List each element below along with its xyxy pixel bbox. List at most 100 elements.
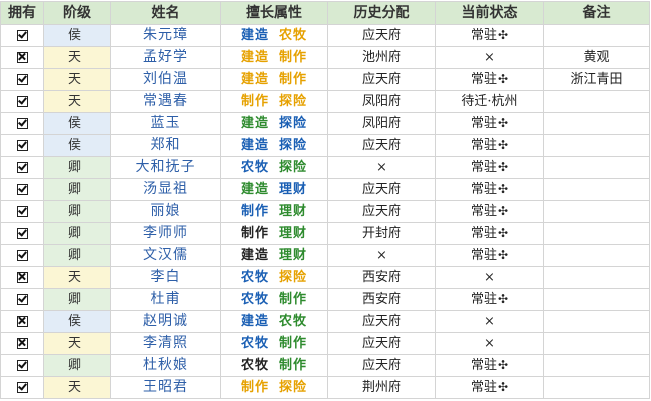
name-cell[interactable]: 汤显祖 <box>110 178 221 201</box>
owned-cell[interactable] <box>0 156 44 179</box>
name-cell[interactable]: 常遇春 <box>110 90 221 113</box>
history-cell[interactable]: 西安府 <box>327 266 436 289</box>
checkbox-x-icon[interactable] <box>16 52 28 63</box>
history-cell[interactable]: 应天府 <box>327 134 436 157</box>
note-cell[interactable]: 黄观 <box>543 46 650 69</box>
owned-cell[interactable] <box>0 200 44 223</box>
state-cell[interactable]: 常驻✣ <box>435 178 544 201</box>
name-cell[interactable]: 朱元璋 <box>110 24 221 47</box>
owned-cell[interactable] <box>0 24 44 47</box>
owned-cell[interactable] <box>0 46 44 69</box>
name-cell[interactable]: 大和抚子 <box>110 156 221 179</box>
header-name[interactable]: 姓名 <box>110 1 221 25</box>
state-cell[interactable]: × <box>435 310 544 333</box>
rank-cell[interactable]: 侯 <box>43 134 111 157</box>
history-cell[interactable]: 应天府 <box>327 200 436 223</box>
rank-cell[interactable]: 侯 <box>43 310 111 333</box>
name-cell[interactable]: 孟好学 <box>110 46 221 69</box>
header-owned[interactable]: 拥有 <box>0 1 44 25</box>
name-cell[interactable]: 王昭君 <box>110 376 221 399</box>
owned-cell[interactable] <box>0 90 44 113</box>
owned-cell[interactable] <box>0 68 44 91</box>
name-cell[interactable]: 丽娘 <box>110 200 221 223</box>
note-cell[interactable] <box>543 376 650 399</box>
state-cell[interactable]: × <box>435 266 544 289</box>
note-cell[interactable] <box>543 134 650 157</box>
skills-cell[interactable]: 建造 理财 <box>220 244 328 267</box>
skills-cell[interactable]: 建造 农牧 <box>220 24 328 47</box>
state-cell[interactable]: 常驻✣ <box>435 244 544 267</box>
state-cell[interactable]: × <box>435 46 544 69</box>
history-cell[interactable]: × <box>327 156 436 179</box>
history-cell[interactable]: 凤阳府 <box>327 112 436 135</box>
checkbox-checked-icon[interactable] <box>16 162 28 173</box>
name-cell[interactable]: 文汉儒 <box>110 244 221 267</box>
owned-cell[interactable] <box>0 112 44 135</box>
skills-cell[interactable]: 农牧 探险 <box>220 266 328 289</box>
note-cell[interactable] <box>543 354 650 377</box>
checkbox-checked-icon[interactable] <box>16 382 28 393</box>
rank-cell[interactable]: 天 <box>43 266 111 289</box>
state-cell[interactable]: 常驻✣ <box>435 156 544 179</box>
checkbox-checked-icon[interactable] <box>16 360 28 371</box>
owned-cell[interactable] <box>0 134 44 157</box>
skills-cell[interactable]: 制作 探险 <box>220 90 328 113</box>
history-cell[interactable]: 应天府 <box>327 24 436 47</box>
rank-cell[interactable]: 天 <box>43 332 111 355</box>
state-cell[interactable]: 常驻✣ <box>435 24 544 47</box>
note-cell[interactable] <box>543 24 650 47</box>
rank-cell[interactable]: 卿 <box>43 200 111 223</box>
owned-cell[interactable] <box>0 310 44 333</box>
rank-cell[interactable]: 侯 <box>43 24 111 47</box>
checkbox-x-icon[interactable] <box>16 316 28 327</box>
rank-cell[interactable]: 天 <box>43 68 111 91</box>
history-cell[interactable]: 凤阳府 <box>327 90 436 113</box>
note-cell[interactable] <box>543 244 650 267</box>
state-cell[interactable]: 常驻✣ <box>435 200 544 223</box>
checkbox-checked-icon[interactable] <box>16 140 28 151</box>
rank-cell[interactable]: 卿 <box>43 156 111 179</box>
owned-cell[interactable] <box>0 354 44 377</box>
note-cell[interactable] <box>543 266 650 289</box>
skills-cell[interactable]: 制作 理财 <box>220 200 328 223</box>
name-cell[interactable]: 郑和 <box>110 134 221 157</box>
rank-cell[interactable]: 卿 <box>43 244 111 267</box>
rank-cell[interactable]: 卿 <box>43 354 111 377</box>
history-cell[interactable]: 荆州府 <box>327 376 436 399</box>
state-cell[interactable]: 常驻✣ <box>435 134 544 157</box>
skills-cell[interactable]: 农牧 制作 <box>220 288 328 311</box>
skills-cell[interactable]: 制作 理财 <box>220 222 328 245</box>
header-history[interactable]: 历史分配 <box>327 1 436 25</box>
skills-cell[interactable]: 建造 农牧 <box>220 310 328 333</box>
name-cell[interactable]: 李师师 <box>110 222 221 245</box>
note-cell[interactable] <box>543 222 650 245</box>
name-cell[interactable]: 杜甫 <box>110 288 221 311</box>
checkbox-checked-icon[interactable] <box>16 184 28 195</box>
state-cell[interactable]: 常驻✣ <box>435 354 544 377</box>
skills-cell[interactable]: 建造 探险 <box>220 134 328 157</box>
history-cell[interactable]: 应天府 <box>327 310 436 333</box>
checkbox-checked-icon[interactable] <box>16 74 28 85</box>
skills-cell[interactable]: 农牧 探险 <box>220 156 328 179</box>
header-state[interactable]: 当前状态 <box>435 1 544 25</box>
checkbox-checked-icon[interactable] <box>16 294 28 305</box>
rank-cell[interactable]: 卿 <box>43 288 111 311</box>
checkbox-checked-icon[interactable] <box>16 250 28 261</box>
note-cell[interactable] <box>543 156 650 179</box>
history-cell[interactable]: 池州府 <box>327 46 436 69</box>
rank-cell[interactable]: 天 <box>43 46 111 69</box>
name-cell[interactable]: 蓝玉 <box>110 112 221 135</box>
rank-cell[interactable]: 天 <box>43 376 111 399</box>
note-cell[interactable]: 浙江青田 <box>543 68 650 91</box>
skills-cell[interactable]: 建造 制作 <box>220 46 328 69</box>
owned-cell[interactable] <box>0 222 44 245</box>
rank-cell[interactable]: 侯 <box>43 112 111 135</box>
history-cell[interactable]: 西安府 <box>327 288 436 311</box>
checkbox-checked-icon[interactable] <box>16 118 28 129</box>
owned-cell[interactable] <box>0 332 44 355</box>
checkbox-checked-icon[interactable] <box>16 30 28 41</box>
skills-cell[interactable]: 农牧 制作 <box>220 354 328 377</box>
name-cell[interactable]: 李清照 <box>110 332 221 355</box>
note-cell[interactable] <box>543 332 650 355</box>
note-cell[interactable] <box>543 90 650 113</box>
